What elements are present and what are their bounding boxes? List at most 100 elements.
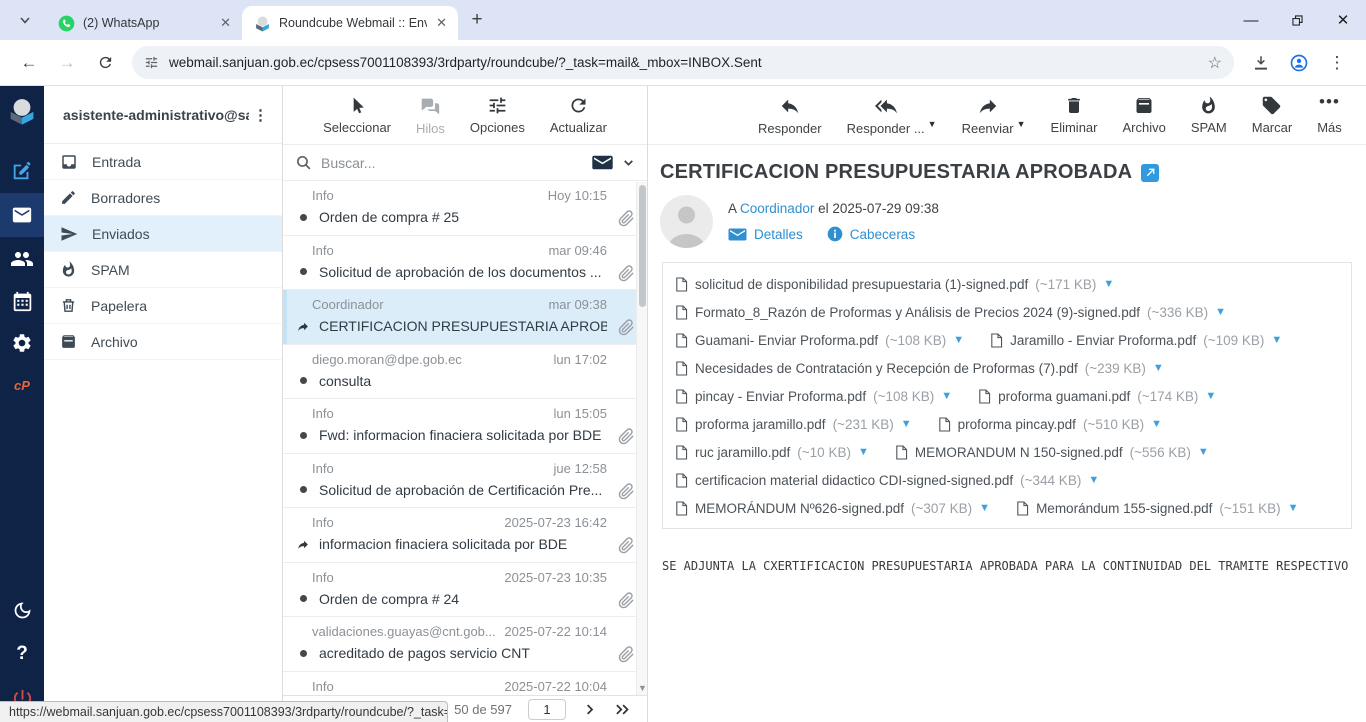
options-button[interactable]: Opciones (470, 95, 525, 135)
attachment-item[interactable]: MEMORÁNDUM Nº626-signed.pdf (~307 KB) ▼ (675, 501, 990, 516)
reload-button[interactable] (89, 47, 121, 79)
tab-whatsapp[interactable]: (2) WhatsApp ✕ (46, 6, 242, 40)
url-bar[interactable]: webmail.sanjuan.gob.ec/cpsess7001108393/… (132, 46, 1234, 79)
archive-button[interactable]: Archivo (1123, 95, 1166, 135)
cpanel-link[interactable]: cP (0, 365, 44, 405)
attachment-item[interactable]: Formato_8_Razón de Proformas y Análisis … (675, 305, 1226, 320)
attachment-item[interactable]: MEMORANDUM N 150-signed.pdf (~556 KB) ▼ (895, 445, 1209, 460)
new-tab-button[interactable]: + (462, 5, 492, 35)
details-link[interactable]: Detalles (754, 227, 803, 242)
recipient-link[interactable]: Coordinador (740, 201, 814, 216)
pdf-file-icon (675, 333, 688, 348)
search-scope-icon[interactable] (592, 154, 613, 171)
sidebar-item-spam[interactable]: SPAM (44, 252, 282, 288)
attachment-menu-caret[interactable]: ▼ (1088, 474, 1099, 486)
attachment-item[interactable]: proforma pincay.pdf (~510 KB) ▼ (938, 417, 1162, 432)
forward-caret-icon[interactable]: ▼ (1017, 119, 1026, 129)
attachment-item[interactable]: Memorándum 155-signed.pdf (~151 KB) ▼ (1016, 501, 1298, 516)
message-list-item[interactable]: Info lun 15:05 Fwd: informacion finacier… (283, 399, 647, 454)
reply-button[interactable]: Responder (758, 95, 822, 136)
attachment-item[interactable]: proforma guamani.pdf (~174 KB) ▼ (978, 389, 1216, 404)
bookmark-star-icon[interactable]: ☆ (1208, 53, 1222, 73)
threads-button[interactable]: Hilos (416, 95, 445, 136)
spam-button[interactable]: SPAM (1191, 95, 1227, 135)
message-list-item[interactable]: Info Hoy 10:15 Orden de compra # 25 (283, 181, 647, 236)
message-list-item[interactable]: Info jue 12:58 Solicitud de aprobación d… (283, 454, 647, 509)
browser-menu-button[interactable]: ⋮ (1321, 47, 1353, 79)
back-button[interactable]: ← (13, 47, 45, 79)
mail-nav-button[interactable] (0, 193, 44, 237)
attachment-menu-caret[interactable]: ▼ (1151, 418, 1162, 430)
attachment-item[interactable]: pincay - Enviar Proforma.pdf (~108 KB) ▼ (675, 389, 952, 404)
message-list-item[interactable]: Info 2025-07-22 10:04 (283, 672, 647, 696)
next-page-icon[interactable] (582, 702, 597, 717)
attachment-menu-caret[interactable]: ▼ (979, 502, 990, 514)
reply-all-caret-icon[interactable]: ▼ (928, 119, 937, 129)
attachment-item[interactable]: Necesidades de Contratación y Recepción … (675, 361, 1164, 376)
attachment-menu-caret[interactable]: ▼ (901, 418, 912, 430)
tab-roundcube[interactable]: Roundcube Webmail :: Enviado ✕ (242, 6, 458, 40)
attachment-menu-caret[interactable]: ▼ (1198, 446, 1209, 458)
more-button[interactable]: ••• Más (1317, 95, 1342, 135)
page-input[interactable]: 1 (528, 699, 566, 720)
message-list-item[interactable]: Coordinador mar 09:38 CERTIFICACION PRES… (283, 290, 647, 345)
tab-search-button[interactable] (10, 6, 40, 34)
dark-mode-button[interactable] (0, 590, 44, 630)
forward-button[interactable]: → (51, 47, 83, 79)
search-options-caret-icon[interactable] (622, 156, 635, 169)
reply-all-button[interactable]: Responder ... (847, 95, 925, 136)
attachment-menu-caret[interactable]: ▼ (1153, 362, 1164, 374)
attachment-menu-caret[interactable]: ▼ (1103, 278, 1114, 290)
window-minimize-button[interactable]: — (1228, 0, 1274, 40)
attachment-menu-caret[interactable]: ▼ (858, 446, 869, 458)
window-close-button[interactable]: ✕ (1320, 0, 1366, 40)
account-menu-button[interactable]: ⋮ (249, 106, 272, 124)
message-list-item[interactable]: Info 2025-07-23 10:35 Orden de compra # … (283, 563, 647, 618)
attachment-item[interactable]: certificacion material didactico CDI-sig… (675, 473, 1099, 488)
message-list-item[interactable]: diego.moran@dpe.gob.ec lun 17:02 consult… (283, 345, 647, 400)
scrollbar-thumb[interactable] (639, 185, 646, 307)
contacts-nav-button[interactable] (0, 239, 44, 279)
attachment-item[interactable]: proforma jaramillo.pdf (~231 KB) ▼ (675, 417, 912, 432)
attachment-item[interactable]: ruc jaramillo.pdf (~10 KB) ▼ (675, 445, 869, 460)
downloads-button[interactable] (1245, 47, 1277, 79)
calendar-nav-button[interactable] (0, 281, 44, 321)
site-controls-icon[interactable] (144, 55, 159, 70)
message-list-item[interactable]: validaciones.guayas@cnt.gob... 2025-07-2… (283, 617, 647, 672)
attachment-menu-caret[interactable]: ▼ (1271, 334, 1282, 346)
select-button[interactable]: Seleccionar (323, 96, 391, 135)
message-list-item[interactable]: Info 2025-07-23 16:42 informacion finaci… (283, 508, 647, 563)
sidebar-item-borradores[interactable]: Borradores (44, 180, 282, 216)
headers-link[interactable]: Cabeceras (850, 227, 915, 242)
sidebar-item-archivo[interactable]: Archivo (44, 324, 282, 360)
help-button[interactable]: ? (0, 634, 44, 674)
sidebar-item-papelera[interactable]: Papelera (44, 288, 282, 324)
compose-button[interactable] (0, 151, 44, 191)
attachment-menu-caret[interactable]: ▼ (941, 390, 952, 402)
attachment-menu-caret[interactable]: ▼ (1288, 502, 1299, 514)
mark-button[interactable]: Marcar (1252, 95, 1292, 135)
tab-close-icon[interactable]: ✕ (217, 15, 234, 31)
delete-button[interactable]: Eliminar (1051, 95, 1098, 135)
refresh-button[interactable]: Actualizar (550, 95, 607, 135)
message-subject-title: CERTIFICACION PRESUPUESTARIA APROBADA (660, 161, 1132, 184)
window-restore-button[interactable] (1274, 0, 1320, 40)
attachment-item[interactable]: solicitud de disponibilidad presupuestar… (675, 277, 1114, 292)
tab-close-icon[interactable]: ✕ (433, 15, 450, 31)
attachment-menu-caret[interactable]: ▼ (1205, 390, 1216, 402)
scrollbar-down-arrow[interactable]: ▼ (638, 683, 647, 693)
list-scrollbar[interactable]: ▼ (636, 182, 647, 695)
open-in-new-window-button[interactable] (1141, 164, 1159, 182)
search-input[interactable] (321, 155, 583, 171)
message-list-item[interactable]: Info mar 09:46 Solicitud de aprobación d… (283, 236, 647, 291)
profile-button[interactable] (1283, 47, 1315, 79)
attachment-menu-caret[interactable]: ▼ (1215, 306, 1226, 318)
attachment-item[interactable]: Guamani- Enviar Proforma.pdf (~108 KB) ▼ (675, 333, 964, 348)
sidebar-item-enviados[interactable]: Enviados (44, 216, 282, 252)
attachment-menu-caret[interactable]: ▼ (953, 334, 964, 346)
last-page-icon[interactable] (613, 702, 632, 717)
attachment-item[interactable]: Jaramillo - Enviar Proforma.pdf (~109 KB… (990, 333, 1282, 348)
forward-button[interactable]: Reenviar (962, 95, 1014, 136)
sidebar-item-entrada[interactable]: Entrada (44, 144, 282, 180)
settings-nav-button[interactable] (0, 323, 44, 363)
